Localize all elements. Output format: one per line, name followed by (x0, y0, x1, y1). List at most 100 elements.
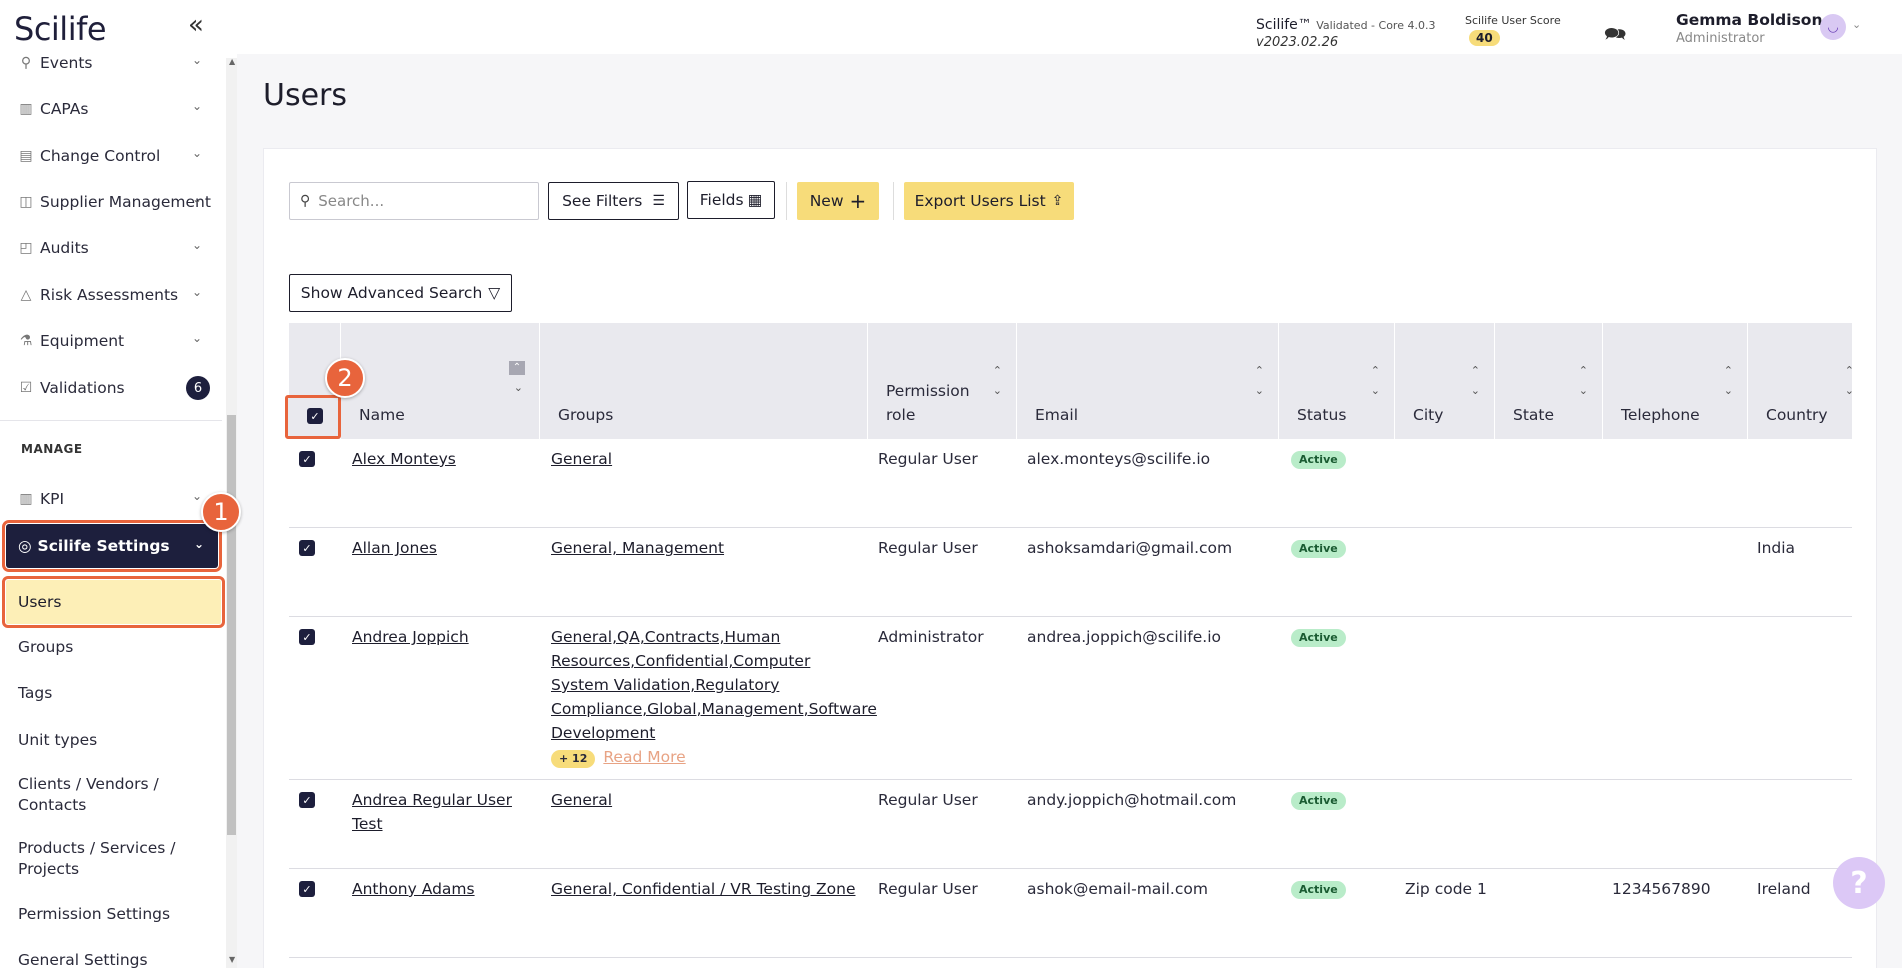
sort-arrows-icon[interactable]: ⌃ ⌄ (1371, 361, 1380, 401)
sort-arrows-icon[interactable]: ⌃ ⌄ (993, 361, 1002, 401)
export-users-button[interactable]: Export Users List ⇪ (904, 182, 1074, 220)
sidebar-item-label: Events (40, 54, 93, 72)
status-badge: Active (1291, 451, 1346, 469)
permission-role: Regular User (878, 450, 978, 468)
row-divider (289, 868, 1852, 869)
group-link[interactable]: General, Management (551, 536, 724, 560)
sidebar-sub-item-unit-types[interactable]: Unit types (18, 730, 218, 751)
column-header-country[interactable]: Country ⌃ ⌄ (1748, 323, 1854, 439)
user-name[interactable]: Gemma Boldison (1676, 11, 1823, 29)
column-header-telephone[interactable]: Telephone ⌃ ⌄ (1603, 323, 1748, 439)
column-header-groups[interactable]: Groups (540, 323, 868, 439)
sort-arrows-icon[interactable]: ⌃ ⌄ (1471, 361, 1480, 401)
avatar[interactable]: ◡ (1820, 14, 1846, 40)
sort-arrows-icon[interactable]: ⌃ ⌄ (1724, 361, 1733, 401)
column-label: Permission role (886, 382, 970, 424)
sidebar-sub-item-products[interactable]: Products / Services / Projects (18, 838, 188, 880)
sort-desc-icon[interactable]: ⌄ (514, 381, 523, 394)
row-checkbox[interactable]: ✓ (299, 881, 315, 897)
group-link[interactable]: General (551, 788, 612, 812)
user-name-link[interactable]: Andrea Joppich (352, 625, 469, 649)
row-divider (289, 957, 1852, 958)
column-label: Name (359, 406, 405, 424)
page-title: Users (263, 78, 348, 113)
user-name-link[interactable]: Anthony Adams (352, 877, 475, 901)
user-name-link[interactable]: Allan Jones (352, 536, 437, 560)
group-link[interactable]: General (551, 447, 612, 471)
column-header-city[interactable]: City ⌃ ⌄ (1395, 323, 1495, 439)
new-label: New (809, 192, 844, 210)
user-score-label: Scilife User Score (1465, 14, 1561, 27)
pin-icon: ⚲ (20, 55, 32, 71)
row-checkbox[interactable]: ✓ (299, 629, 315, 645)
sidebar-item-events[interactable]: ⚲ Events ⌄ (0, 40, 222, 86)
toolbar-separator (893, 182, 894, 220)
sidebar-item-supplier-management[interactable]: ◫ Supplier Management ⌄ (0, 179, 222, 225)
scroll-down-arrow-icon[interactable]: ▼ (229, 955, 235, 964)
row-checkbox[interactable]: ✓ (299, 451, 315, 467)
help-button[interactable]: ? (1833, 857, 1885, 909)
sort-arrows-icon[interactable]: ⌃ ⌄ (1255, 361, 1264, 401)
box-icon: ◫ (19, 194, 33, 210)
search-placeholder: Search... (318, 192, 385, 210)
sort-arrows-icon[interactable]: ⌃ ⌄ (1845, 361, 1854, 401)
sidebar-item-change-control[interactable]: ▤ Change Control ⌄ (0, 133, 222, 179)
document-icon: ▤ (19, 148, 33, 164)
version-date: v2023.02.26 (1256, 35, 1339, 50)
sidebar-sub-item-groups[interactable]: Groups (18, 637, 218, 658)
row-checkbox[interactable]: ✓ (299, 540, 315, 556)
collapse-sidebar-icon[interactable]: « (188, 10, 204, 40)
clipboard-search-icon: ◰ (19, 240, 33, 256)
sidebar-item-label: Scilife Settings (37, 537, 170, 555)
sidebar-item-risk-assessments[interactable]: △ Risk Assessments ⌄ (0, 272, 222, 318)
chat-icon[interactable]: 🗪 (1604, 22, 1626, 52)
sort-asc-active-icon[interactable]: ⌃ (509, 361, 525, 375)
status-badge: Active (1291, 881, 1346, 899)
fields-button[interactable]: Fields ▦ (687, 181, 775, 219)
sidebar-item-validations[interactable]: ☑ Validations 6 (0, 365, 222, 411)
plus-icon: + (849, 189, 867, 213)
sidebar-item-equipment[interactable]: ⚗ Equipment ⌄ (0, 318, 222, 364)
show-advanced-search-button[interactable]: Show Advanced Search ▽ (289, 274, 512, 312)
row-checkbox[interactable]: ✓ (299, 792, 315, 808)
group-link[interactable]: General, Confidential / VR Testing Zone (551, 877, 855, 901)
column-header-state[interactable]: State ⌃ ⌄ (1495, 323, 1603, 439)
sidebar-item-kpi[interactable]: ▥ KPI ⌄ (0, 476, 222, 522)
sidebar-sub-item-tags[interactable]: Tags (18, 683, 218, 704)
permission-role: Administrator (878, 628, 984, 646)
sidebar-item-capas[interactable]: ▥ CAPAs ⌄ (0, 86, 222, 132)
chevron-down-icon: ⌄ (191, 53, 202, 67)
sidebar-item-scilife-settings[interactable]: ◎ Scilife Settings ⌄ (2, 520, 222, 572)
read-more-link[interactable]: Read More (603, 748, 685, 766)
column-header-email[interactable]: Email ⌃ ⌄ (1017, 323, 1279, 439)
search-icon: ⚲ (300, 193, 311, 209)
search-input[interactable]: ⚲ Search... (289, 182, 539, 220)
see-filters-button[interactable]: See Filters ☰ (548, 182, 679, 220)
group-links[interactable]: General,QA,Contracts,Human Resources,Con… (551, 625, 877, 745)
column-header-name[interactable]: Name ⌃ ⌄ (341, 323, 540, 439)
row-divider (289, 527, 1852, 528)
sidebar: Scilife « ⚲ Events ⌄ ▥ CAPAs ⌄ ▤ Change … (0, 0, 237, 968)
chevron-down-icon[interactable]: ⌄ (1852, 18, 1861, 31)
status-badge: Active (1291, 792, 1346, 810)
sidebar-sub-item-general-settings[interactable]: General Settings (18, 950, 218, 968)
sidebar-sub-item-permission-settings[interactable]: Permission Settings (18, 904, 218, 925)
sidebar-sub-item-users[interactable]: Users (2, 576, 225, 628)
sidebar-scrollbar-thumb[interactable] (227, 415, 236, 835)
sidebar-divider (0, 420, 222, 421)
sidebar-sub-item-clients[interactable]: Clients / Vendors / Contacts (18, 774, 168, 816)
sidebar-item-label: CAPAs (40, 100, 89, 118)
column-header-permission-role[interactable]: Permission role ⌃ ⌄ (868, 323, 1017, 439)
scroll-up-arrow-icon[interactable]: ▲ (229, 57, 235, 66)
user-name-link[interactable]: Andrea Regular User Test (352, 788, 522, 836)
column-header-status[interactable]: Status ⌃ ⌄ (1279, 323, 1395, 439)
country: India (1757, 539, 1796, 557)
version-name: Scilife™ (1256, 17, 1312, 33)
row-divider (289, 779, 1852, 780)
select-all-checkbox[interactable]: ✓ (307, 408, 323, 424)
new-user-button[interactable]: New + (797, 182, 879, 220)
user-name-link[interactable]: Alex Monteys (352, 447, 456, 471)
sort-arrows-icon[interactable]: ⌃ ⌄ (1579, 361, 1588, 401)
email: alex.monteys@scilife.io (1027, 450, 1211, 468)
sidebar-item-audits[interactable]: ◰ Audits ⌄ (0, 225, 222, 271)
